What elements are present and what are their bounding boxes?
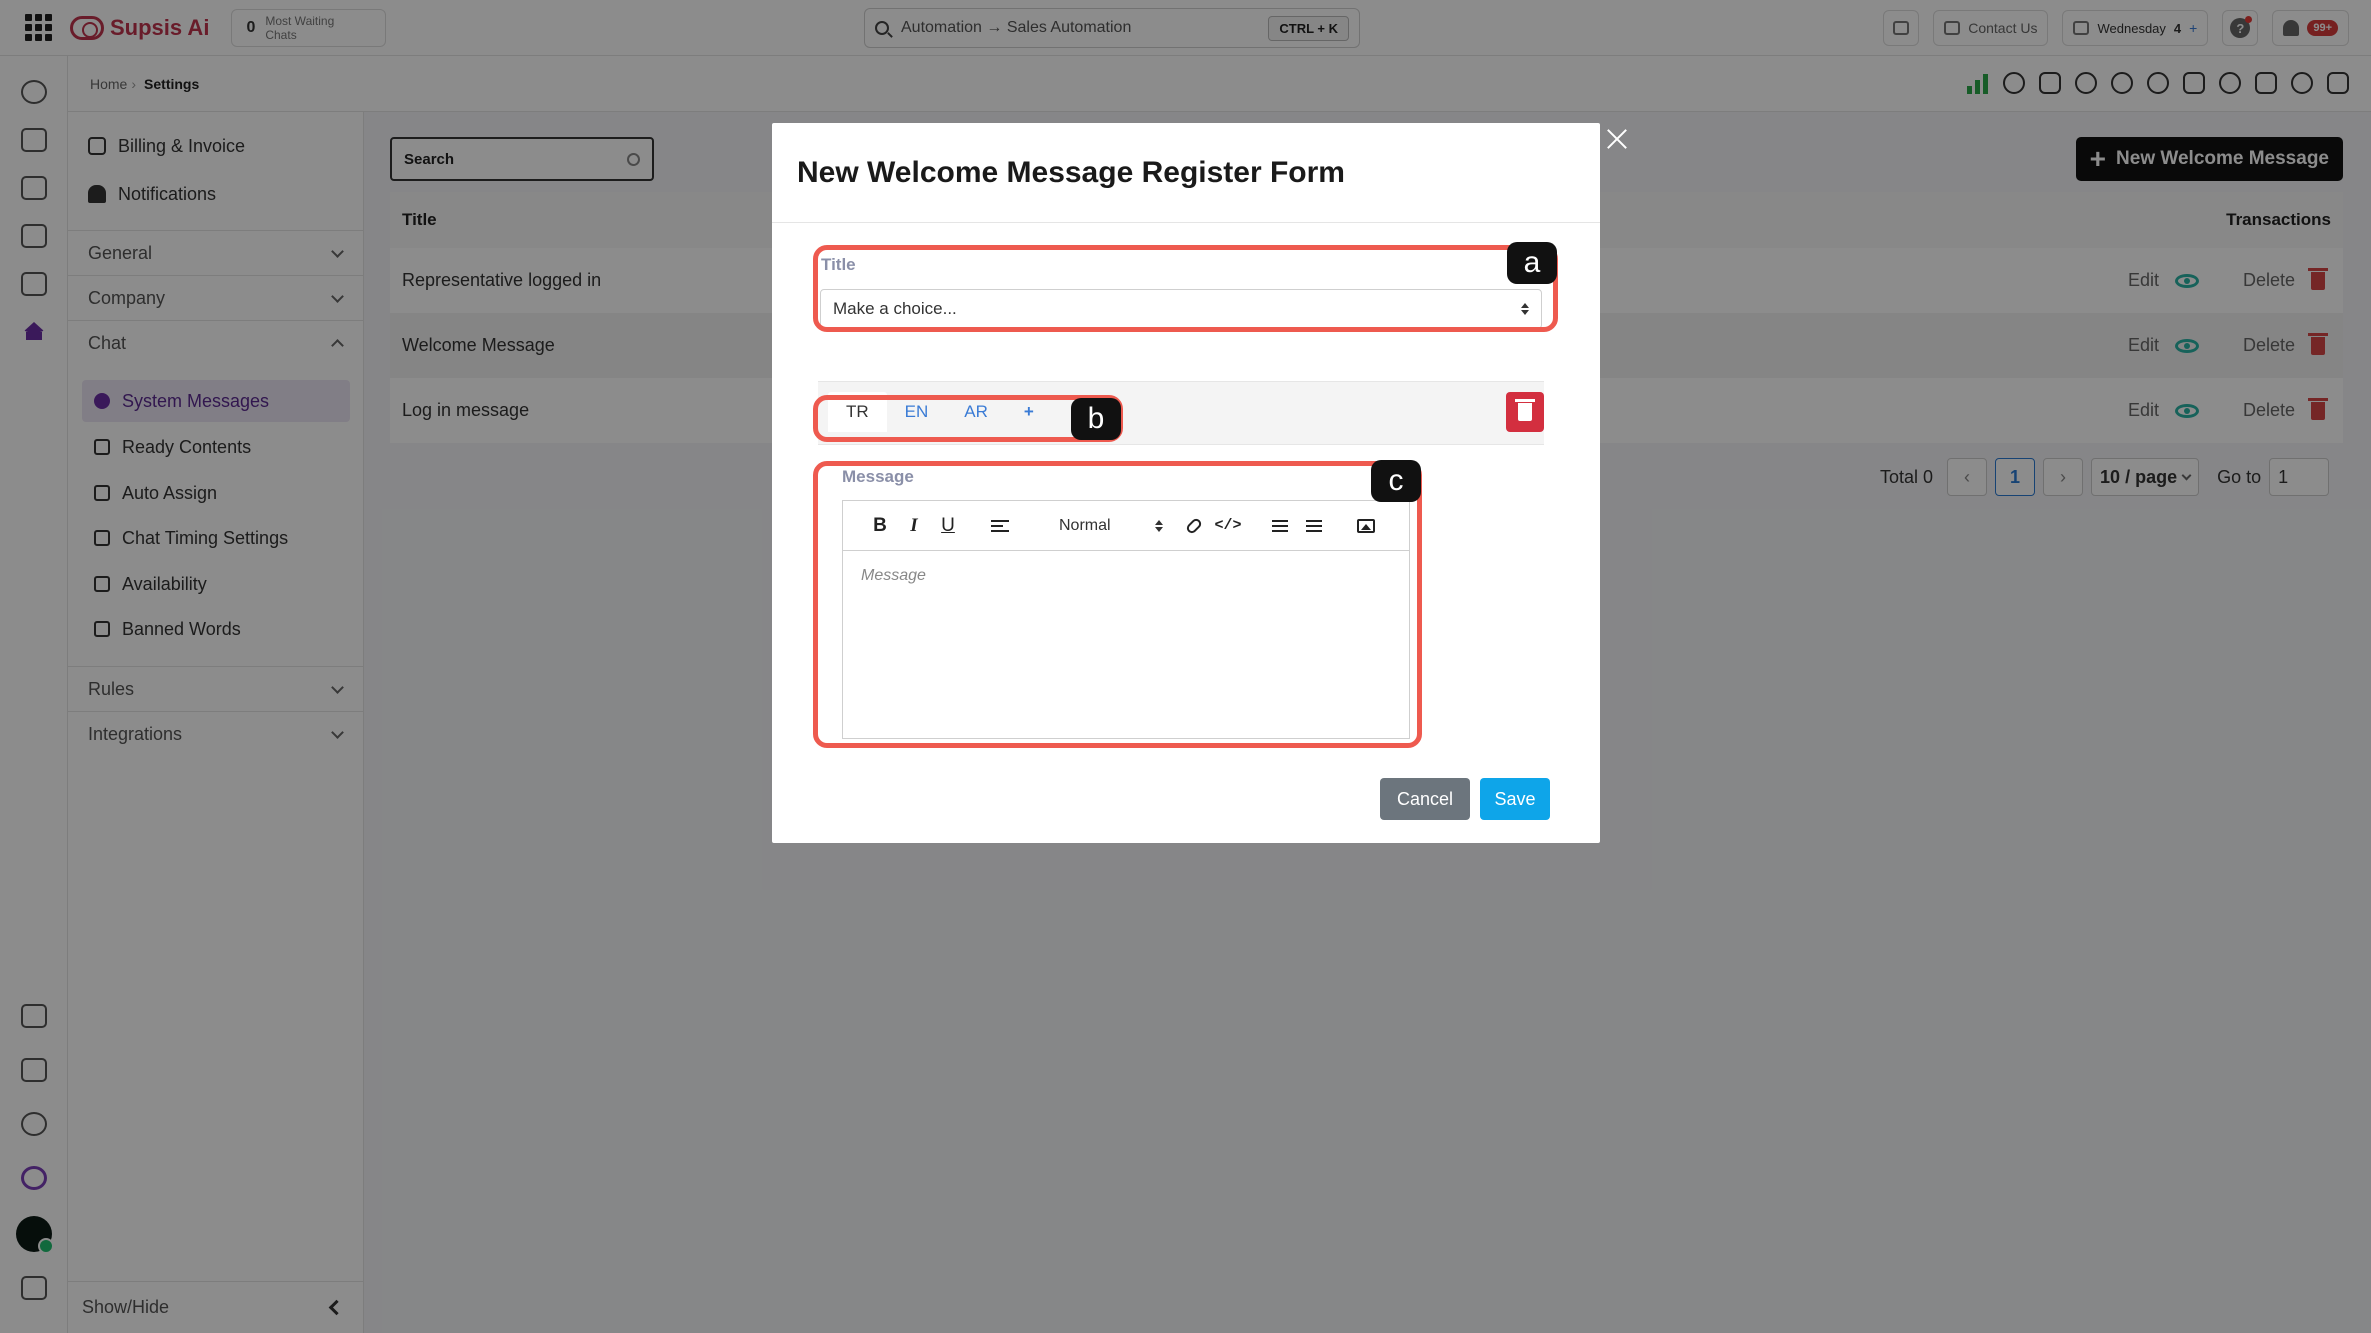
cancel-button[interactable]: Cancel xyxy=(1380,778,1470,820)
callout-frame-c xyxy=(813,461,1422,748)
modal-header: New Welcome Message Register Form xyxy=(772,123,1600,223)
trash-icon xyxy=(1515,399,1535,421)
delete-language-button[interactable] xyxy=(1506,392,1544,432)
callout-label-c: c xyxy=(1371,460,1421,502)
callout-label-b: b xyxy=(1071,398,1121,440)
close-icon[interactable] xyxy=(1604,126,1630,152)
callout-label-a: a xyxy=(1507,242,1557,284)
modal-title: New Welcome Message Register Form xyxy=(797,155,1345,189)
callout-frame-a xyxy=(813,245,1558,332)
save-button[interactable]: Save xyxy=(1480,778,1550,820)
